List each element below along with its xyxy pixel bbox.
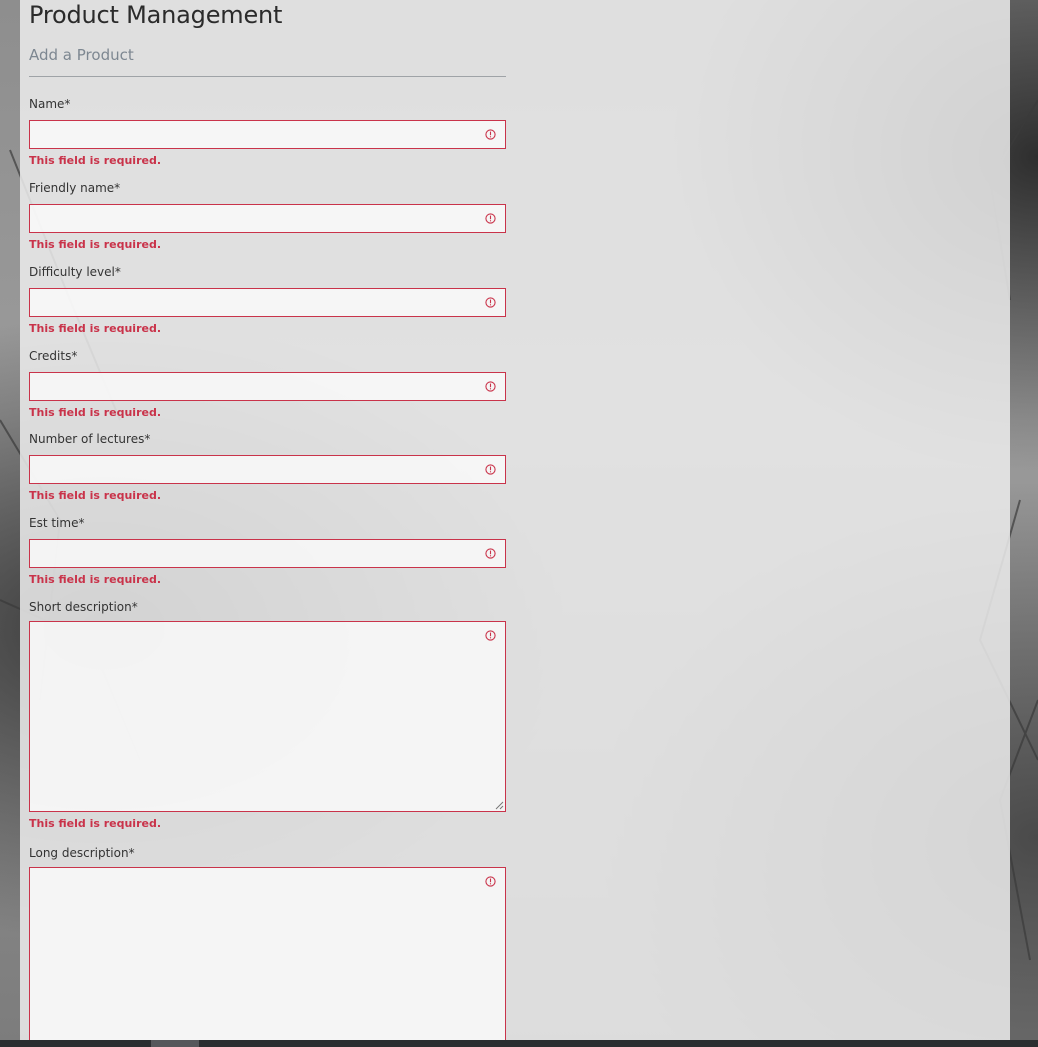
exclamation-circle-icon [485, 297, 496, 308]
long-description-textarea[interactable] [30, 868, 505, 1047]
long-description-input-wrapper [29, 867, 506, 1047]
exclamation-circle-icon [485, 213, 496, 224]
short-description-input-wrapper [29, 621, 506, 812]
number-of-lectures-field-group: Number of lectures* This field is requir… [29, 432, 506, 502]
friendly-name-input-wrapper [29, 204, 506, 233]
number-of-lectures-error: This field is required. [29, 489, 162, 502]
est-time-input-wrapper [29, 539, 506, 568]
friendly-name-error: This field is required. [29, 238, 162, 251]
difficulty-level-error: This field is required. [29, 322, 162, 335]
est-time-input[interactable] [30, 540, 505, 567]
name-field-group: Name* This field is required. [29, 97, 506, 167]
difficulty-level-label: Difficulty level* [29, 265, 121, 279]
credits-error: This field is required. [29, 406, 162, 419]
number-of-lectures-label: Number of lectures* [29, 432, 151, 446]
scrollbar-thumb[interactable] [151, 1040, 199, 1047]
name-input-wrapper [29, 120, 506, 149]
est-time-label: Est time* [29, 516, 85, 530]
exclamation-circle-icon [485, 548, 496, 559]
credits-input-wrapper [29, 372, 506, 401]
page-title: Product Management [29, 1, 283, 29]
short-description-textarea[interactable] [30, 622, 505, 811]
exclamation-circle-icon [485, 464, 496, 475]
exclamation-circle-icon [485, 381, 496, 392]
friendly-name-input[interactable] [30, 205, 505, 232]
name-label: Name* [29, 97, 71, 111]
name-input[interactable] [30, 121, 505, 148]
credits-input[interactable] [30, 373, 505, 400]
friendly-name-label: Friendly name* [29, 181, 121, 195]
est-time-error: This field is required. [29, 573, 162, 586]
credits-label: Credits* [29, 349, 78, 363]
exclamation-circle-icon [485, 129, 496, 140]
difficulty-level-input-wrapper [29, 288, 506, 317]
short-description-field-group: Short description* This field is require… [29, 600, 506, 830]
credits-field-group: Credits* This field is required. [29, 349, 506, 419]
divider [29, 76, 506, 77]
exclamation-circle-icon [485, 876, 496, 887]
number-of-lectures-input[interactable] [30, 456, 505, 483]
short-description-label: Short description* [29, 600, 138, 614]
name-error: This field is required. [29, 154, 162, 167]
resize-grip-icon[interactable] [494, 800, 504, 810]
difficulty-level-input[interactable] [30, 289, 505, 316]
long-description-label: Long description* [29, 846, 135, 860]
exclamation-circle-icon [485, 630, 496, 641]
short-description-error: This field is required. [29, 817, 162, 830]
friendly-name-field-group: Friendly name* This field is required. [29, 181, 506, 251]
est-time-field-group: Est time* This field is required. [29, 516, 506, 586]
difficulty-level-field-group: Difficulty level* This field is required… [29, 265, 506, 335]
horizontal-scrollbar[interactable] [0, 1040, 1038, 1047]
page-subtitle: Add a Product [29, 46, 134, 64]
number-of-lectures-input-wrapper [29, 455, 506, 484]
long-description-field-group: Long description* [29, 846, 506, 1047]
